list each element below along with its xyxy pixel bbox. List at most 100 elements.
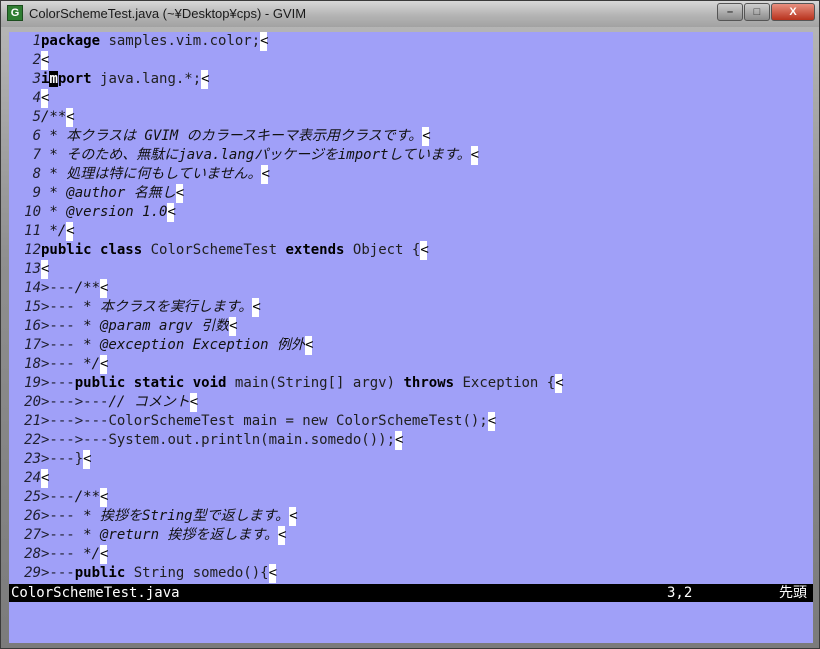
code-lines: 1package samples.vim.color;< 2< 3import ja… bbox=[9, 32, 813, 583]
eol-marker: < bbox=[100, 355, 109, 374]
tab-marker: >--- bbox=[41, 337, 75, 353]
code-token: extends bbox=[285, 242, 345, 258]
code-token: */ bbox=[74, 546, 101, 562]
code-line[interactable]: 8 * 処理は特に何もしていません。< bbox=[9, 165, 813, 184]
code-line[interactable]: 20>--->---// コメント< bbox=[9, 393, 813, 412]
tab-marker: >--- bbox=[41, 527, 75, 543]
code-line[interactable]: 25>---/**< bbox=[9, 488, 813, 507]
eol-marker: < bbox=[41, 51, 50, 70]
eol-marker: < bbox=[229, 317, 238, 336]
line-number: 23 bbox=[24, 451, 41, 467]
code-line[interactable]: 6 * 本クラスは GVIM のカラースキーマ表示用クラスです。< bbox=[9, 127, 813, 146]
line-number: 17 bbox=[24, 337, 41, 353]
code-line[interactable]: 16>--- * @param argv 引数< bbox=[9, 317, 813, 336]
code-line[interactable]: 21>--->---ColorSchemeTest main = new Col… bbox=[9, 412, 813, 431]
eol-marker: < bbox=[470, 146, 480, 165]
eol-marker: < bbox=[422, 127, 431, 146]
code-token: * @param argv 引数 bbox=[74, 318, 230, 334]
tab-marker: >--- bbox=[41, 565, 75, 581]
code-token: /** bbox=[41, 109, 67, 125]
code-line[interactable]: 22>--->---System.out.println(main.somedo… bbox=[9, 431, 813, 450]
status-line: ColorSchemeTest.java 3,2 先頭 bbox=[9, 584, 813, 602]
code-line[interactable]: 9 * @author 名無し< bbox=[9, 184, 813, 203]
tab-marker: >--- bbox=[41, 280, 75, 296]
code-token: samples.vim.color; bbox=[100, 33, 261, 49]
gvim-window: G ColorSchemeTest.java (~¥Desktop¥cps) -… bbox=[0, 0, 820, 649]
eol-marker: < bbox=[66, 222, 75, 241]
line-number: 22 bbox=[24, 432, 41, 448]
code-line[interactable]: 3import java.lang.*;< bbox=[9, 70, 813, 89]
code-token: * @exception Exception 例外 bbox=[74, 337, 306, 353]
eol-marker: < bbox=[100, 279, 109, 298]
code-line[interactable]: 23>---}< bbox=[9, 450, 813, 469]
code-line[interactable]: 13< bbox=[9, 260, 813, 279]
eol-marker: < bbox=[167, 203, 176, 222]
tab-marker: >--- bbox=[41, 318, 75, 334]
code-token: public bbox=[74, 375, 126, 391]
code-line[interactable]: 19>---public static void main(String[] a… bbox=[9, 374, 813, 393]
line-number: 21 bbox=[24, 413, 41, 429]
line-number: 7 bbox=[32, 147, 41, 163]
code-line[interactable]: 7 * そのため、無駄にjava.langパッケージをimportしています。< bbox=[9, 146, 813, 165]
line-number: 29 bbox=[24, 565, 41, 581]
line-number: 1 bbox=[32, 33, 41, 49]
eol-marker: < bbox=[420, 241, 429, 260]
line-number: 12 bbox=[24, 242, 41, 258]
code-token: // コメント bbox=[108, 394, 190, 410]
eol-marker: < bbox=[305, 336, 314, 355]
code-line[interactable]: 18>--- */< bbox=[9, 355, 813, 374]
tab-marker: >--- bbox=[41, 375, 75, 391]
tab-marker: >--- bbox=[41, 299, 75, 315]
tab-marker: >--- bbox=[41, 489, 75, 505]
code-line[interactable]: 15>--- * 本クラスを実行します。< bbox=[9, 298, 813, 317]
eol-marker: < bbox=[100, 488, 109, 507]
code-line[interactable]: 24< bbox=[9, 469, 813, 488]
line-number: 28 bbox=[24, 546, 41, 562]
code-line[interactable]: 27>--- * @return 挨拶を返します。< bbox=[9, 526, 813, 545]
code-line[interactable]: 11 */< bbox=[9, 222, 813, 241]
code-line[interactable]: 5/**< bbox=[9, 108, 813, 127]
code-line[interactable]: 14>---/**< bbox=[9, 279, 813, 298]
minimize-button[interactable]: – bbox=[717, 3, 743, 21]
code-line[interactable]: 2< bbox=[9, 51, 813, 70]
code-token: Object { bbox=[344, 242, 421, 258]
code-line[interactable]: 28>--- */< bbox=[9, 545, 813, 564]
code-line[interactable]: 4< bbox=[9, 89, 813, 108]
gvim-app-icon[interactable]: G bbox=[7, 5, 23, 21]
code-token: /** bbox=[74, 489, 101, 505]
eol-marker: < bbox=[555, 374, 564, 393]
code-token: public bbox=[41, 242, 92, 258]
code-token: public bbox=[74, 565, 126, 581]
tab-marker: >--->--- bbox=[41, 394, 109, 410]
code-token: void bbox=[192, 375, 227, 391]
line-number: 9 bbox=[32, 185, 41, 201]
code-line[interactable]: 17>--- * @exception Exception 例外< bbox=[9, 336, 813, 355]
eol-marker: < bbox=[41, 260, 50, 279]
line-number: 14 bbox=[24, 280, 41, 296]
code-line[interactable]: 26>--- * 挨拶をString型で返します。< bbox=[9, 507, 813, 526]
maximize-button[interactable]: □ bbox=[744, 3, 770, 21]
code-line[interactable]: 1package samples.vim.color;< bbox=[9, 32, 813, 51]
title-bar[interactable]: G ColorSchemeTest.java (~¥Desktop¥cps) -… bbox=[1, 1, 819, 27]
code-line[interactable]: 10 * @version 1.0< bbox=[9, 203, 813, 222]
tab-marker: >--- bbox=[41, 546, 75, 562]
status-scroll-position: 先頭 bbox=[779, 585, 807, 601]
editor-buffer[interactable]: 1package samples.vim.color;< 2< 3import ja… bbox=[9, 32, 813, 643]
code-line[interactable]: 12public class ColorSchemeTest extends O… bbox=[9, 241, 813, 260]
line-number: 16 bbox=[24, 318, 41, 334]
code-token: * @return 挨拶を返します。 bbox=[74, 527, 279, 543]
code-token: throws bbox=[403, 375, 455, 391]
close-button[interactable]: X bbox=[771, 3, 815, 21]
tab-marker: >--- bbox=[41, 451, 75, 467]
code-token: * そのため、無駄にjava.langパッケージをimportしています。 bbox=[41, 147, 471, 163]
code-token: String somedo(){ bbox=[125, 565, 269, 581]
window-title: ColorSchemeTest.java (~¥Desktop¥cps) - G… bbox=[29, 6, 307, 21]
line-number: 3 bbox=[32, 71, 41, 87]
eol-marker: < bbox=[66, 108, 75, 127]
code-line[interactable]: 29>---public String somedo(){< bbox=[9, 564, 813, 583]
command-line[interactable] bbox=[9, 602, 813, 643]
line-number: 4 bbox=[32, 90, 41, 106]
code-token: } bbox=[74, 451, 84, 467]
eol-marker: < bbox=[487, 412, 497, 431]
